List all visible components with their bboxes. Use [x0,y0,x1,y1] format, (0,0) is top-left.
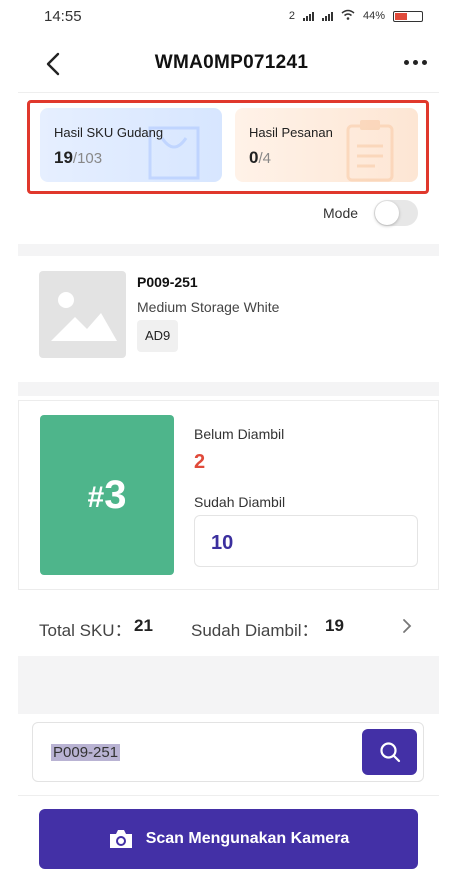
bin-hash: # [87,481,105,514]
taken-quantity-value: 10 [211,532,234,554]
total-sku-label: Total SKU： [39,621,132,640]
battery-icon [393,10,423,22]
sku-done-count: 19 [54,148,73,167]
mode-toggle[interactable] [374,200,418,226]
section-separator-2 [18,382,439,396]
chevron-right-icon [403,619,412,633]
pending-value: 2 [194,451,206,473]
section-separator-3 [18,656,439,714]
total-sku-value: 21 [134,616,153,635]
page-title: WMA0MP071241 [154,52,309,73]
search-button[interactable] [362,729,417,775]
order-result-value: 0/4 [249,148,271,168]
more-options-button[interactable] [404,60,427,65]
status-bar: 14:55 2 44% [0,0,463,30]
sku-result-value: 19/103 [54,148,102,168]
product-location-badge: AD9 [137,320,179,352]
sku-result-label: Hasil SKU Gudang [54,125,164,140]
search-icon [379,742,400,763]
order-total-count: /4 [258,150,271,167]
summary-taken-label: Sudah Diambil： [191,621,319,640]
image-placeholder-icon [51,292,117,341]
more-dots-icon [404,60,409,65]
pending-label: Belum Diambil [194,426,285,442]
sku-total-count: /103 [72,150,103,167]
status-icons: 2 44% [289,9,423,23]
sku-result-card[interactable]: Hasil SKU Gudang 19/103 [40,108,222,182]
order-result-card[interactable]: Hasil Pesanan 0/4 [235,108,418,182]
taken-label: Sudah Diambil [194,494,286,510]
network-type-label: 2 [288,10,295,22]
toggle-knob [375,201,399,225]
section-separator [18,244,439,256]
header-divider [18,92,439,93]
product-image-placeholder [39,271,126,358]
signal-icon-2 [321,11,333,21]
wifi-icon [341,9,355,23]
summary-row[interactable]: Total SKU： 21 Sudah Diambil： 19 [0,600,463,650]
search-input[interactable]: P009-251 [51,744,121,761]
battery-percent: 44% [362,10,385,22]
mode-label: Mode [323,205,359,221]
app-header: WMA0MP071241 [0,38,463,88]
scan-camera-button[interactable]: Scan Mengunakan Kamera [39,809,418,869]
product-name: Medium Storage White [137,299,280,315]
clipboard-icon [346,120,394,182]
scan-camera-label: Scan Mengunakan Kamera [145,830,350,847]
bin-number-tile: #3 [40,415,174,575]
taken-quantity-field[interactable]: 10 [194,515,418,567]
camera-icon [109,830,132,848]
status-time: 14:55 [44,8,82,25]
signal-icon [302,11,314,21]
summary-taken-value: 19 [325,616,344,635]
bin-number: 3 [104,472,127,517]
footer-divider [18,795,439,796]
order-result-label: Hasil Pesanan [249,125,333,140]
product-code: P009-251 [137,274,198,290]
